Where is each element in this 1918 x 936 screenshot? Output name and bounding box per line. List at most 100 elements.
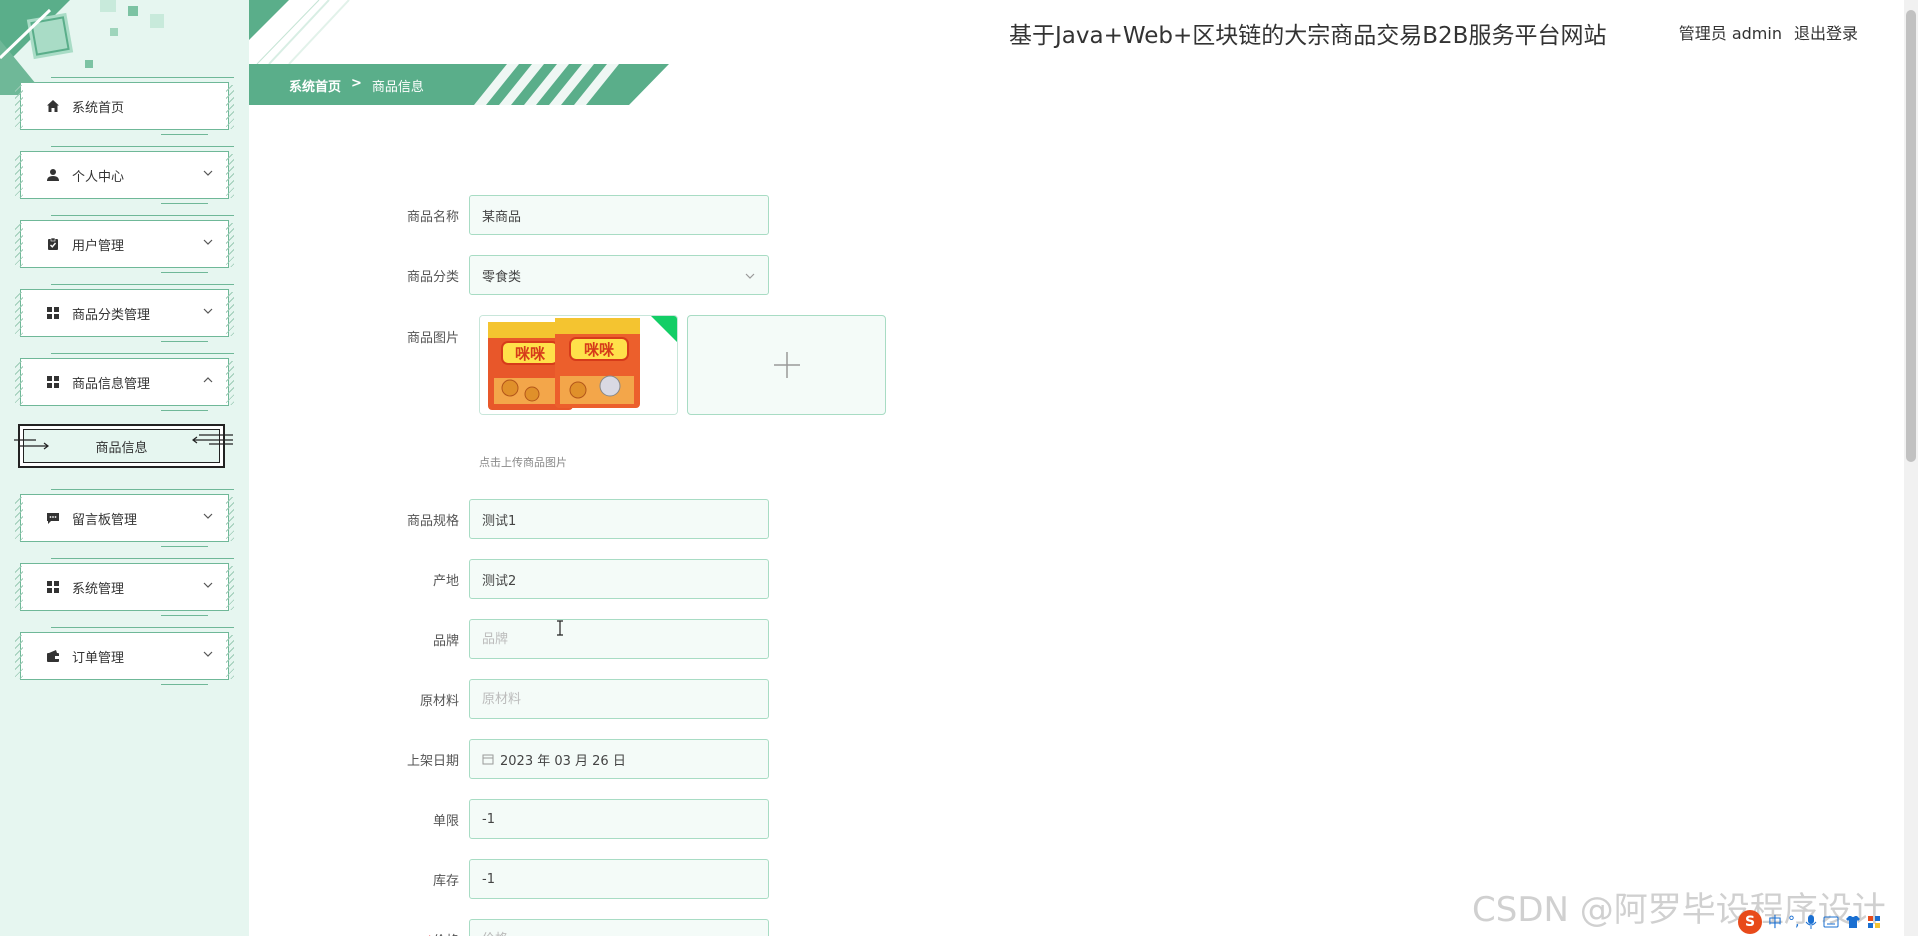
menu-hatch xyxy=(226,361,234,405)
menu-hatch xyxy=(15,85,23,129)
image-label: 商品图片 xyxy=(406,331,459,346)
user-area: 管理员 admin 退出登录 xyxy=(1679,20,1858,44)
submenu-label: 商品信息 xyxy=(95,440,148,456)
user-label: 管理员 admin xyxy=(1678,24,1782,43)
price-input[interactable] xyxy=(469,919,769,936)
brand-input[interactable] xyxy=(469,619,769,659)
top-header: 基于Java+Web+区块链的大宗商品交易B2B服务平台网站 管理员 admin… xyxy=(249,0,1918,64)
vertical-scrollbar[interactable] xyxy=(1904,0,1918,936)
form-row-spec: 商品规格 测试1 xyxy=(380,499,769,539)
ime-tray: S 中 °, xyxy=(1738,910,1881,934)
breadcrumb-home[interactable]: 系统首页 xyxy=(289,76,341,95)
chevron-down-icon xyxy=(203,170,213,176)
chevron-down-icon xyxy=(203,651,213,657)
scrollbar-thumb[interactable] xyxy=(1906,10,1916,462)
spec-input[interactable]: 测试1 xyxy=(469,499,769,539)
date-picker[interactable]: 2023 年 03 月 26 日 xyxy=(469,739,769,779)
menu-hatch xyxy=(226,154,234,198)
logout-link[interactable]: 退出登录 xyxy=(1794,20,1858,44)
image-upload: 咪咪 咪咪 xyxy=(479,315,886,415)
product-image: 咪咪 咪咪 xyxy=(480,316,677,414)
spec-label: 商品规格 xyxy=(406,513,459,529)
form-row-origin: 产地 测试2 xyxy=(380,559,769,599)
sidebar-item-home[interactable]: 系统首页 xyxy=(15,77,234,135)
form-row-image: 商品图片 xyxy=(380,315,469,346)
sidebar-item-user-management[interactable]: 用户管理 xyxy=(15,215,234,273)
sidebar-item-category-management[interactable]: 商品分类管理 xyxy=(15,284,234,342)
name-input[interactable]: 某商品 xyxy=(469,195,769,235)
menu-hatch xyxy=(15,497,23,541)
toolbox-icon[interactable] xyxy=(1867,915,1881,929)
package-text: 咪咪 xyxy=(515,345,546,363)
grid-icon xyxy=(46,375,60,389)
sidebar-item-personal-center[interactable]: 个人中心 xyxy=(15,146,234,204)
arrow-left-icon xyxy=(192,434,233,445)
sidebar-item-label: 系统管理 xyxy=(72,581,125,597)
form-row-limit: 单限 -1 xyxy=(380,799,769,839)
sidebar-subitem-product-info[interactable]: 商品信息 xyxy=(14,424,233,468)
add-image-button[interactable] xyxy=(687,315,886,415)
category-selected-value: 零食类 xyxy=(482,269,522,285)
sidebar-item-label: 系统首页 xyxy=(72,100,125,116)
site-title: 基于Java+Web+区块链的大宗商品交易B2B服务平台网站 xyxy=(1009,23,1607,49)
menu-hatch xyxy=(15,635,23,679)
limit-input[interactable]: -1 xyxy=(469,799,769,839)
material-label: 原材料 xyxy=(419,693,459,709)
material-input[interactable] xyxy=(469,679,769,719)
microphone-icon[interactable] xyxy=(1805,914,1817,930)
chevron-down-icon xyxy=(203,582,213,588)
app-root: 系统首页 个人中心 用户管理 商品分类管理 商品信息管理 商品信息 留言板管理 … xyxy=(0,0,1918,936)
ime-mode[interactable]: 中 xyxy=(1768,912,1782,932)
brand-label: 品牌 xyxy=(432,633,459,649)
menu-hatch xyxy=(226,635,234,679)
plus-icon xyxy=(773,352,800,378)
upload-hint: 点击上传商品图片 xyxy=(479,456,567,469)
chevron-down-icon xyxy=(203,513,213,519)
sidebar-item-order-management[interactable]: 订单管理 xyxy=(15,627,234,685)
stock-label: 库存 xyxy=(432,873,459,889)
breadcrumb-current: 商品信息 xyxy=(371,80,424,95)
uploaded-image-card[interactable]: 咪咪 咪咪 xyxy=(479,315,678,415)
clipboard-icon xyxy=(46,237,60,251)
grid-icon xyxy=(46,580,60,594)
form-row-price: *价格 xyxy=(380,919,769,936)
form-row-date: 上架日期 2023 年 03 月 26 日 xyxy=(380,739,769,779)
skin-icon[interactable] xyxy=(1845,915,1861,929)
menu-hatch xyxy=(226,85,234,129)
home-icon xyxy=(46,99,60,113)
menu-hatch xyxy=(15,361,23,405)
category-label: 商品分类 xyxy=(406,269,459,285)
menu-hatch xyxy=(15,292,23,336)
name-label: 商品名称 xyxy=(406,209,459,225)
menu-hatch xyxy=(15,223,23,267)
sidebar-item-label: 商品分类管理 xyxy=(72,307,151,323)
category-select[interactable]: 零食类 xyxy=(469,255,769,295)
menu-hatch xyxy=(226,223,234,267)
sidebar-item-label: 留言板管理 xyxy=(72,512,138,528)
breadcrumb-bar: 系统首页 > 商品信息 xyxy=(249,64,669,105)
menu-hatch xyxy=(226,497,234,541)
sidebar-item-product-management[interactable]: 商品信息管理 xyxy=(15,353,234,411)
sidebar-item-message-board[interactable]: 留言板管理 xyxy=(15,489,234,547)
stock-input[interactable]: -1 xyxy=(469,859,769,899)
sidebar-item-label: 订单管理 xyxy=(72,650,125,666)
origin-input[interactable]: 测试2 xyxy=(469,559,769,599)
breadcrumb-separator: > xyxy=(351,76,362,91)
message-icon xyxy=(46,511,60,525)
package-text: 咪咪 xyxy=(584,341,615,359)
header-decoration xyxy=(249,0,350,64)
sidebar-item-system-management[interactable]: 系统管理 xyxy=(15,558,234,616)
sidebar: 系统首页 个人中心 用户管理 商品分类管理 商品信息管理 商品信息 留言板管理 … xyxy=(0,0,249,936)
punctuation-icon[interactable]: °, xyxy=(1788,914,1799,930)
form-row-category: 商品分类 零食类 xyxy=(380,255,769,295)
price-label: *价格 xyxy=(380,930,469,936)
menu-hatch xyxy=(15,154,23,198)
keyboard-icon[interactable] xyxy=(1823,916,1839,928)
limit-label: 单限 xyxy=(432,813,459,829)
menu-hatch xyxy=(226,292,234,336)
sogou-logo-icon[interactable]: S xyxy=(1738,910,1762,934)
sidebar-item-label: 用户管理 xyxy=(72,238,125,254)
menu-hatch xyxy=(15,566,23,610)
sidebar-item-label: 个人中心 xyxy=(72,169,125,185)
origin-label: 产地 xyxy=(432,573,459,589)
